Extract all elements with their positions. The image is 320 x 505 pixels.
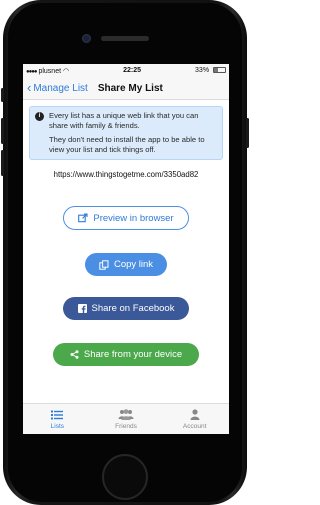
page-title: Share My List [97,82,163,94]
facebook-label: Share on Facebook [91,303,175,314]
navigation-bar: ‹ Manage List Share My List [23,77,229,100]
carrier-label: plusnet [38,67,62,75]
tab-lists-label: Lists [50,422,65,430]
tab-account[interactable]: Account [160,404,229,434]
battery-group: 33% [195,67,226,74]
home-button[interactable] [102,454,148,500]
copy-icon [99,259,109,270]
external-link-icon [78,213,88,223]
list-icon [51,409,64,421]
status-bar: ●●●● plusnet ◠ 22:25 33% [23,64,229,77]
earpiece-speaker [101,36,149,41]
tab-account-label: Account [182,422,207,430]
chevron-left-icon: ‹ [27,80,32,95]
info-text: Every list has a unique web link that yo… [49,111,217,155]
power-button [246,118,249,148]
friends-icon [118,409,134,421]
info-line-1: Every list has a unique web link that yo… [49,111,199,130]
volume-up-button [1,118,4,144]
back-label: Manage List [33,82,88,94]
clock: 22:25 [123,67,142,74]
device-label: Share from your device [83,349,183,360]
share-icon [70,350,79,359]
phone-frame: ●●●● plusnet ◠ 22:25 33% ‹ Manage List S… [1,0,249,505]
copy-label: Copy link [113,259,154,270]
back-button[interactable]: ‹ Manage List [27,80,88,95]
mute-switch [1,88,4,102]
battery-percent: 33% [195,67,210,74]
app-screen: ●●●● plusnet ◠ 22:25 33% ‹ Manage List S… [23,64,229,434]
tab-friends[interactable]: Friends [92,404,161,434]
wifi-icon: ◠ [62,67,70,75]
info-line-2: They don't need to install the app to be… [49,135,205,154]
signal-icon: ●●●● [26,68,37,75]
volume-down-button [1,150,4,176]
preview-label: Preview in browser [93,212,174,224]
tab-friends-label: Friends [115,422,137,430]
info-box: i Every list has a unique web link that … [29,106,223,160]
person-icon [190,409,200,421]
carrier-group: ●●●● plusnet ◠ [26,67,69,75]
info-icon: i [35,112,44,121]
tab-lists[interactable]: Lists [23,404,92,434]
front-camera [82,34,91,43]
facebook-icon [77,304,87,313]
tab-bar: Lists Friends Account [23,403,229,434]
copy-link-button[interactable]: Copy link [85,253,167,276]
share-from-device-button[interactable]: Share from your device [53,343,199,366]
preview-in-browser-button[interactable]: Preview in browser [63,206,189,230]
share-url: https://www.thingstogetme.com/3350ad82 [53,170,199,179]
battery-icon [213,67,226,74]
share-facebook-button[interactable]: Share on Facebook [63,297,189,320]
